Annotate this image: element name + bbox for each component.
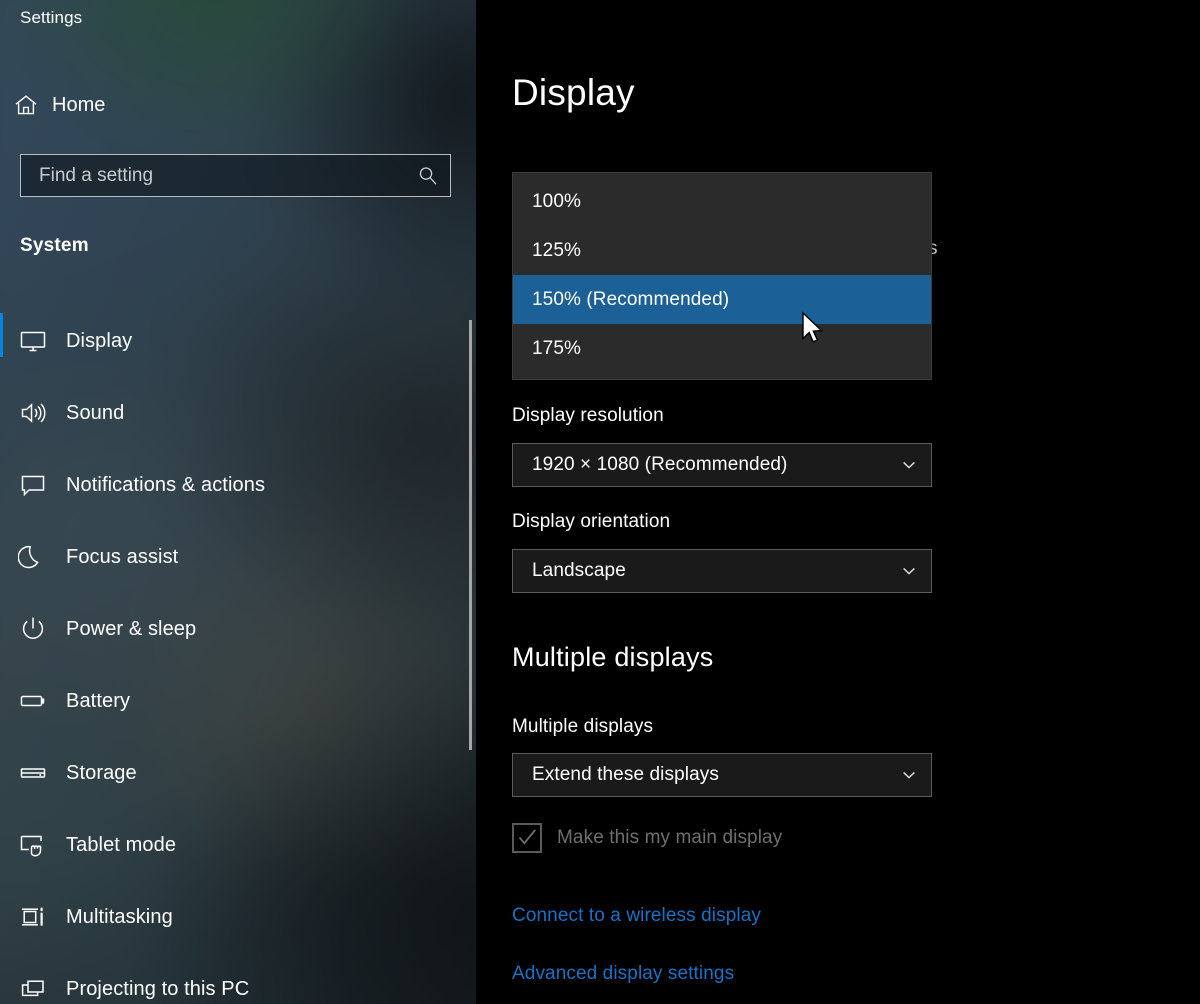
link-advanced-display-settings[interactable]: Advanced display settings	[512, 963, 734, 985]
scale-option-175[interactable]: 175%	[513, 324, 931, 373]
monitor-icon	[0, 326, 66, 356]
sidebar-item-focus-assist-label: Focus assist	[66, 545, 179, 568]
sidebar-item-power-sleep-label: Power & sleep	[66, 617, 197, 640]
sidebar-section-label: System	[20, 235, 89, 256]
display-resolution-value: 1920 × 1080 (Recommended)	[532, 454, 788, 475]
sidebar-item-power-sleep[interactable]: Power & sleep	[0, 593, 456, 665]
multiple-displays-value: Extend these displays	[532, 764, 719, 785]
settings-window: Settings Home Find a setting System Disp…	[0, 0, 1200, 1004]
page-title: Display	[512, 72, 635, 113]
sidebar-item-home[interactable]: Home	[0, 84, 456, 126]
chevron-down-icon	[887, 766, 931, 784]
scale-option-175-label: 175%	[532, 337, 581, 359]
speaker-icon	[0, 398, 66, 428]
sidebar-item-focus-assist[interactable]: Focus assist	[0, 521, 456, 593]
sidebar-item-tablet-mode[interactable]: Tablet mode	[0, 809, 456, 881]
sidebar-item-projecting-to-this-pc-label: Projecting to this PC	[66, 977, 250, 1000]
scale-dropdown-list[interactable]: 100% 125% 150% (Recommended) 175%	[512, 172, 932, 380]
window-title: Settings	[20, 8, 83, 27]
sidebar-item-home-label: Home	[52, 93, 106, 116]
scale-option-150-recommended[interactable]: 150% (Recommended)	[513, 275, 931, 324]
search-input[interactable]	[21, 164, 406, 187]
sidebar-item-display-label: Display	[66, 329, 133, 352]
multiple-displays-combobox[interactable]: Extend these displays	[512, 753, 932, 797]
sidebar-scrollbar[interactable]	[469, 320, 472, 750]
multitasking-icon	[0, 902, 66, 932]
sidebar-item-storage-label: Storage	[66, 761, 137, 784]
drive-icon	[0, 758, 66, 788]
battery-icon	[0, 686, 66, 716]
comment-icon	[0, 470, 66, 500]
sidebar-item-display[interactable]: Display	[0, 305, 456, 377]
sidebar-item-storage[interactable]: Storage	[0, 737, 456, 809]
scale-option-125[interactable]: 125%	[513, 226, 931, 275]
checkmark-icon	[518, 829, 536, 845]
sidebar-item-multitasking[interactable]: Multitasking	[0, 881, 456, 953]
link-connect-wireless-display[interactable]: Connect to a wireless display	[512, 905, 761, 927]
sidebar-nav: Display Sound Notifications & actions Fo…	[0, 305, 476, 1004]
power-icon	[0, 614, 66, 644]
scale-option-100[interactable]: 100%	[513, 177, 931, 226]
home-icon	[0, 91, 52, 119]
display-orientation-label: Display orientation	[512, 511, 671, 532]
sidebar-item-sound[interactable]: Sound	[0, 377, 456, 449]
moon-icon	[0, 542, 66, 572]
display-orientation-combobox[interactable]: Landscape	[512, 549, 932, 593]
sidebar-item-sound-label: Sound	[66, 401, 125, 424]
make-main-display-checkbox[interactable]: Make this my main display	[512, 823, 782, 853]
make-main-display-label: Make this my main display	[557, 827, 783, 848]
sidebar-item-notifications-actions[interactable]: Notifications & actions	[0, 449, 456, 521]
display-resolution-combobox[interactable]: 1920 × 1080 (Recommended)	[512, 443, 932, 487]
sidebar-item-battery-label: Battery	[66, 689, 131, 712]
sidebar-item-battery[interactable]: Battery	[0, 665, 456, 737]
search-icon[interactable]	[406, 165, 450, 187]
multiple-displays-label: Multiple displays	[512, 716, 654, 737]
settings-sidebar: Settings Home Find a setting System Disp…	[0, 0, 476, 1004]
multiple-displays-heading: Multiple displays	[512, 642, 714, 672]
chevron-down-icon	[887, 562, 931, 580]
chevron-down-icon	[887, 456, 931, 474]
search-box[interactable]	[20, 154, 451, 197]
display-settings-pane: Display s 100% 125% 150% (Recommended) 1…	[476, 0, 1200, 1004]
display-resolution-label: Display resolution	[512, 405, 664, 426]
sidebar-item-projecting-to-this-pc[interactable]: Projecting to this PC	[0, 953, 456, 1004]
display-orientation-value: Landscape	[532, 560, 626, 581]
checkbox-box	[512, 823, 542, 853]
sidebar-item-multitasking-label: Multitasking	[66, 905, 173, 928]
project-screen-icon	[0, 974, 66, 1004]
sidebar-item-notifications-actions-label: Notifications & actions	[66, 473, 266, 496]
sidebar-item-tablet-mode-label: Tablet mode	[66, 833, 177, 856]
tablet-touch-icon	[0, 830, 66, 860]
